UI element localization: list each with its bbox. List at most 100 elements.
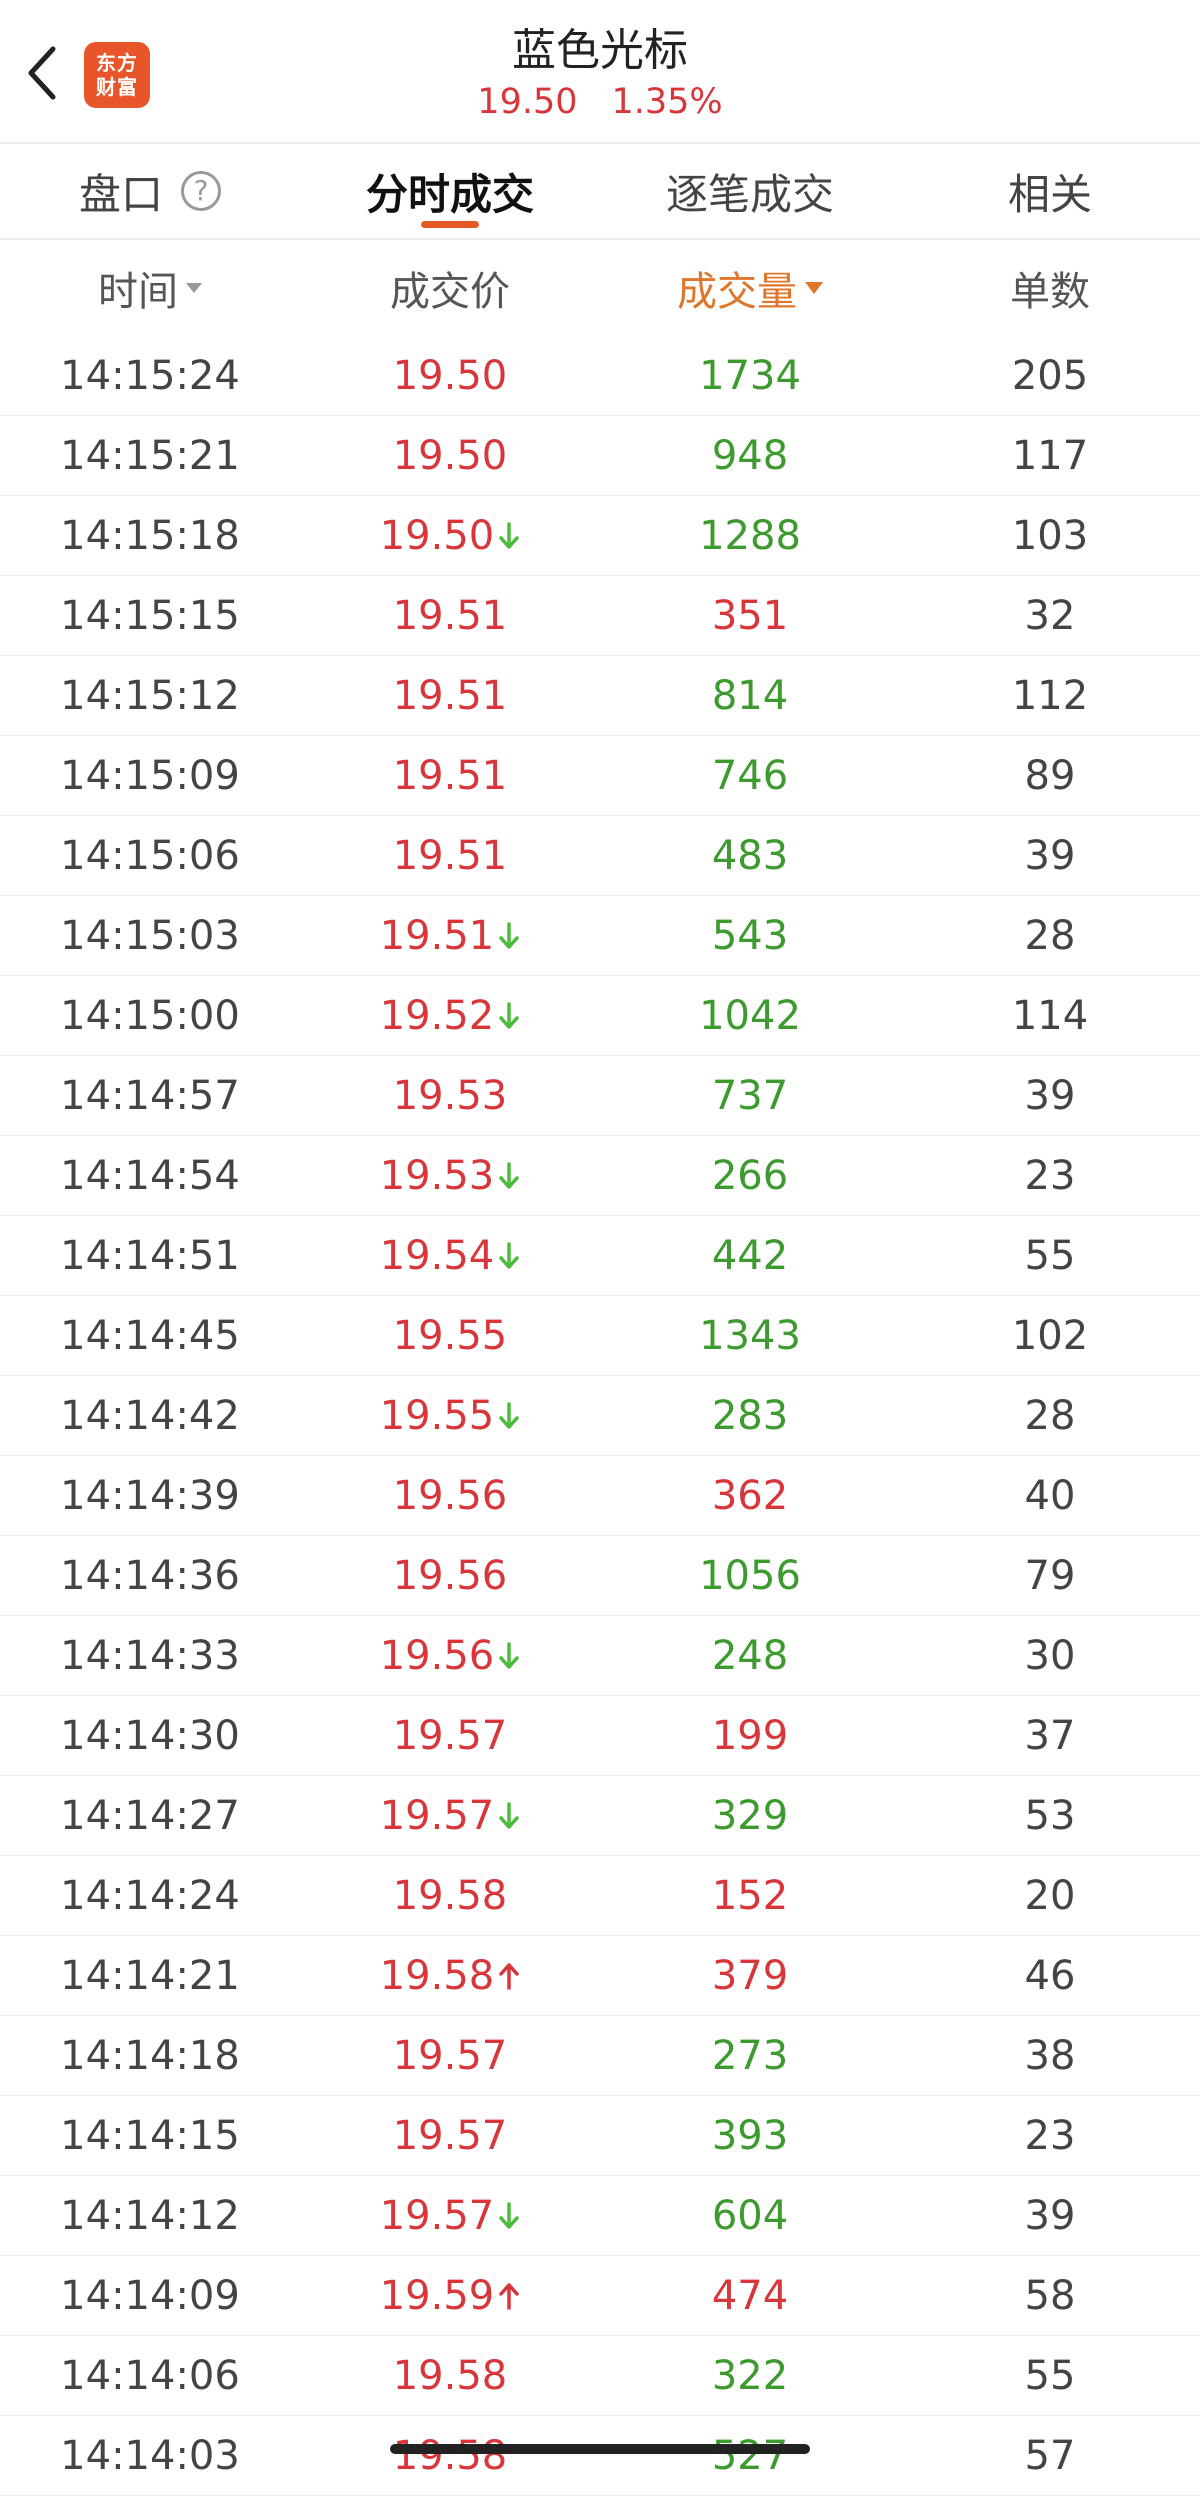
arrow-up-icon xyxy=(498,1961,520,1991)
cell-price: 19.51 xyxy=(300,656,600,735)
tab-time-sales[interactable]: 分时成交 xyxy=(300,144,600,238)
arrow-down-icon xyxy=(498,1241,520,1271)
cell-price: 19.53 xyxy=(300,1056,600,1135)
cell-count: 114 xyxy=(1011,992,1089,1039)
price-value: 19.56 xyxy=(392,1552,508,1599)
table-row[interactable]: 14:15:06 19.51 483 39 xyxy=(0,816,1200,896)
stock-name: 蓝色光标 xyxy=(512,25,688,76)
cell-volume: 1042 xyxy=(699,992,801,1039)
price-value: 19.58 xyxy=(392,1872,508,1919)
price-value: 19.51 xyxy=(392,832,508,879)
table-row[interactable]: 14:14:09 19.59 474 58 xyxy=(0,2256,1200,2336)
table-row[interactable]: 14:14:27 19.57 329 53 xyxy=(0,1776,1200,1856)
column-header-volume[interactable]: 成交量 xyxy=(600,240,900,336)
tab-related[interactable]: 相关 xyxy=(900,144,1200,238)
cell-volume: 1734 xyxy=(699,352,801,399)
table-row[interactable]: 14:14:06 19.58 322 55 xyxy=(0,2336,1200,2416)
price-value: 19.51 xyxy=(392,752,508,799)
arrow-down-icon xyxy=(498,1001,520,1031)
cell-count: 32 xyxy=(1024,592,1076,639)
table-row[interactable]: 14:15:18 19.50 1288 103 xyxy=(0,496,1200,576)
table-row[interactable]: 14:14:30 19.57 199 37 xyxy=(0,1696,1200,1776)
cell-time: 14:15:03 xyxy=(60,912,240,959)
cell-volume: 248 xyxy=(711,1632,789,1679)
cell-price: 19.50 xyxy=(300,496,600,575)
cell-time: 14:14:36 xyxy=(60,1552,240,1599)
price-value: 19.54 xyxy=(379,1232,495,1279)
price-value: 19.53 xyxy=(379,1152,495,1199)
table-row[interactable]: 14:15:09 19.51 746 89 xyxy=(0,736,1200,816)
cell-time: 14:14:30 xyxy=(60,1712,240,1759)
price-value: 19.57 xyxy=(392,2112,508,2159)
price-value: 19.53 xyxy=(392,1072,508,1119)
cell-time: 14:14:15 xyxy=(60,2112,240,2159)
price-value: 19.55 xyxy=(392,1312,508,1359)
cell-volume: 329 xyxy=(711,1792,789,1839)
table-row[interactable]: 14:14:12 19.57 604 39 xyxy=(0,2176,1200,2256)
cell-count: 102 xyxy=(1011,1312,1089,1359)
cell-count: 55 xyxy=(1024,1232,1076,1279)
table-row[interactable]: 14:15:03 19.51 543 28 xyxy=(0,896,1200,976)
cell-count: 46 xyxy=(1024,1952,1076,1999)
help-icon[interactable]: ? xyxy=(181,171,221,211)
price-value: 19.51 xyxy=(379,912,495,959)
column-header-time[interactable]: 时间 xyxy=(0,240,300,336)
column-header-count: 单数 xyxy=(900,240,1200,336)
arrow-down-icon xyxy=(498,1161,520,1191)
cell-price: 19.51 xyxy=(300,816,600,895)
cell-volume: 543 xyxy=(711,912,789,959)
column-header-label: 成交价 xyxy=(390,269,510,315)
table-row[interactable]: 14:15:15 19.51 351 32 xyxy=(0,576,1200,656)
table-row[interactable]: 14:15:24 19.50 1734 205 xyxy=(0,336,1200,416)
table-row[interactable]: 14:14:39 19.56 362 40 xyxy=(0,1456,1200,1536)
table-row[interactable]: 14:14:36 19.56 1056 79 xyxy=(0,1536,1200,1616)
app-header: 东方 财富 蓝色光标 19.50 1.35% xyxy=(0,0,1200,142)
cell-price: 19.56 xyxy=(300,1456,600,1535)
cell-price: 19.51 xyxy=(300,896,600,975)
price-value: 19.57 xyxy=(392,1712,508,1759)
cell-time: 14:14:57 xyxy=(60,1072,240,1119)
table-row[interactable]: 14:14:18 19.57 273 38 xyxy=(0,2016,1200,2096)
table-row[interactable]: 14:14:21 19.58 379 46 xyxy=(0,1936,1200,2016)
table-row[interactable]: 14:14:03 19.58 527 57 xyxy=(0,2416,1200,2496)
cell-volume: 393 xyxy=(711,2112,789,2159)
table-row[interactable]: 14:15:00 19.52 1042 114 xyxy=(0,976,1200,1056)
cell-time: 14:15:09 xyxy=(60,752,240,799)
table-row[interactable]: 14:14:33 19.56 248 30 xyxy=(0,1616,1200,1696)
sort-caret-icon xyxy=(186,283,202,293)
cell-price: 19.59 xyxy=(300,2256,600,2335)
tab-tick-by-tick[interactable]: 逐笔成交 xyxy=(600,144,900,238)
table-row[interactable]: 14:14:42 19.55 283 28 xyxy=(0,1376,1200,1456)
tab-order-book[interactable]: 盘口 ? xyxy=(0,144,300,238)
cell-time: 14:14:42 xyxy=(60,1392,240,1439)
price-value: 19.50 xyxy=(392,352,508,399)
cell-count: 57 xyxy=(1024,2432,1076,2479)
cell-time: 14:14:03 xyxy=(60,2432,240,2479)
active-tab-indicator xyxy=(421,221,479,228)
cell-time: 14:14:18 xyxy=(60,2032,240,2079)
cell-price: 19.56 xyxy=(300,1616,600,1695)
table-row[interactable]: 14:15:21 19.50 948 117 xyxy=(0,416,1200,496)
table-row[interactable]: 14:14:57 19.53 737 39 xyxy=(0,1056,1200,1136)
cell-time: 14:14:33 xyxy=(60,1632,240,1679)
cell-time: 14:14:54 xyxy=(60,1152,240,1199)
table-row[interactable]: 14:14:45 19.55 1343 102 xyxy=(0,1296,1200,1376)
column-header-label: 成交量 xyxy=(677,269,797,315)
cell-volume: 604 xyxy=(711,2192,789,2239)
table-row[interactable]: 14:14:54 19.53 266 23 xyxy=(0,1136,1200,1216)
cell-count: 39 xyxy=(1024,2192,1076,2239)
cell-volume: 527 xyxy=(711,2432,789,2479)
cell-price: 19.58 xyxy=(300,1856,600,1935)
table-row[interactable]: 14:14:24 19.58 152 20 xyxy=(0,1856,1200,1936)
cell-time: 14:14:39 xyxy=(60,1472,240,1519)
table-row[interactable]: 14:14:15 19.57 393 23 xyxy=(0,2096,1200,2176)
cell-price: 19.51 xyxy=(300,736,600,815)
cell-price: 19.55 xyxy=(300,1296,600,1375)
column-header-price: 成交价 xyxy=(300,240,600,336)
table-row[interactable]: 14:15:12 19.51 814 112 xyxy=(0,656,1200,736)
cell-volume: 379 xyxy=(711,1952,789,1999)
cell-count: 23 xyxy=(1024,2112,1076,2159)
table-row[interactable]: 14:14:51 19.54 442 55 xyxy=(0,1216,1200,1296)
cell-price: 19.57 xyxy=(300,2096,600,2175)
cell-time: 14:15:21 xyxy=(60,432,240,479)
